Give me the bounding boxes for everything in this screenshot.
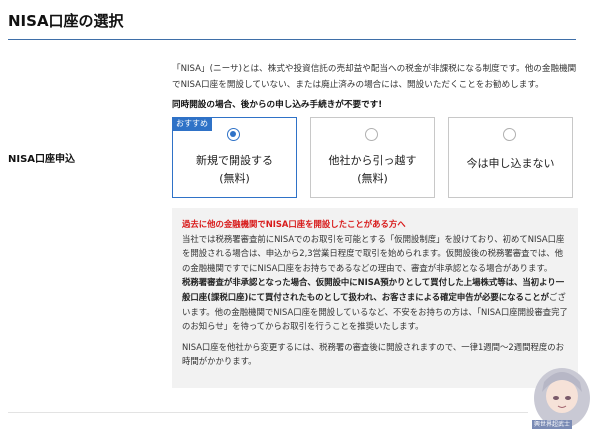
- simultaneous-notice: 同時開設の場合、後からの申し込み手続きが不要です!: [172, 100, 383, 110]
- option-label: 新規で開設する: [196, 154, 273, 167]
- section-title: NISA口座の選択: [8, 12, 124, 30]
- intro-text: 「NISA」(ニーサ)とは、株式や投資信託の売却益や配当への税金が非課税になる制…: [172, 64, 577, 90]
- character-avatar: [534, 368, 590, 428]
- nisa-application-label: NISA口座申込: [8, 154, 76, 165]
- info-paragraph-provisional: 当社では税務署審査前にNISAでのお取引を可能とする「仮開設制度」を設けており、…: [182, 233, 565, 273]
- option-label: 今は申し込まない: [466, 157, 555, 170]
- option-label: 他社から引っ越す: [328, 154, 417, 167]
- radio-selected-dot: [230, 131, 236, 137]
- radio-transfer[interactable]: [365, 128, 378, 141]
- radio-not-now[interactable]: [503, 128, 516, 141]
- warning-heading: 過去に他の金融機関でNISA口座を開設したことがある方へ: [182, 219, 406, 229]
- option-sub-label: (無料): [357, 172, 388, 185]
- option-not-now[interactable]: 今は申し込まない: [448, 117, 573, 198]
- title-divider: [8, 39, 576, 40]
- recommended-badge: おすすめ: [172, 117, 212, 131]
- option-new-account[interactable]: おすすめ 新規で開設する (無料): [172, 117, 297, 198]
- radio-new-account[interactable]: [227, 128, 240, 141]
- option-transfer[interactable]: 他社から引っ越す (無料): [310, 117, 435, 198]
- info-box: 過去に他の金融機関でNISA口座を開設したことがある方へ 当社では税務署審査前に…: [172, 208, 578, 388]
- option-sub-label: (無料): [219, 172, 250, 185]
- watermark-label: 興世界超武士: [532, 420, 573, 429]
- bottom-divider: [8, 412, 528, 413]
- info-paragraph-bold: 税務署審査が非承認となった場合、仮開設中にNISA預かりとして買付した上場株式等…: [182, 277, 565, 302]
- info-paragraph-transfer: NISA口座を他社から変更するには、税務署の審査後に開設されますので、一律1週間…: [182, 341, 565, 367]
